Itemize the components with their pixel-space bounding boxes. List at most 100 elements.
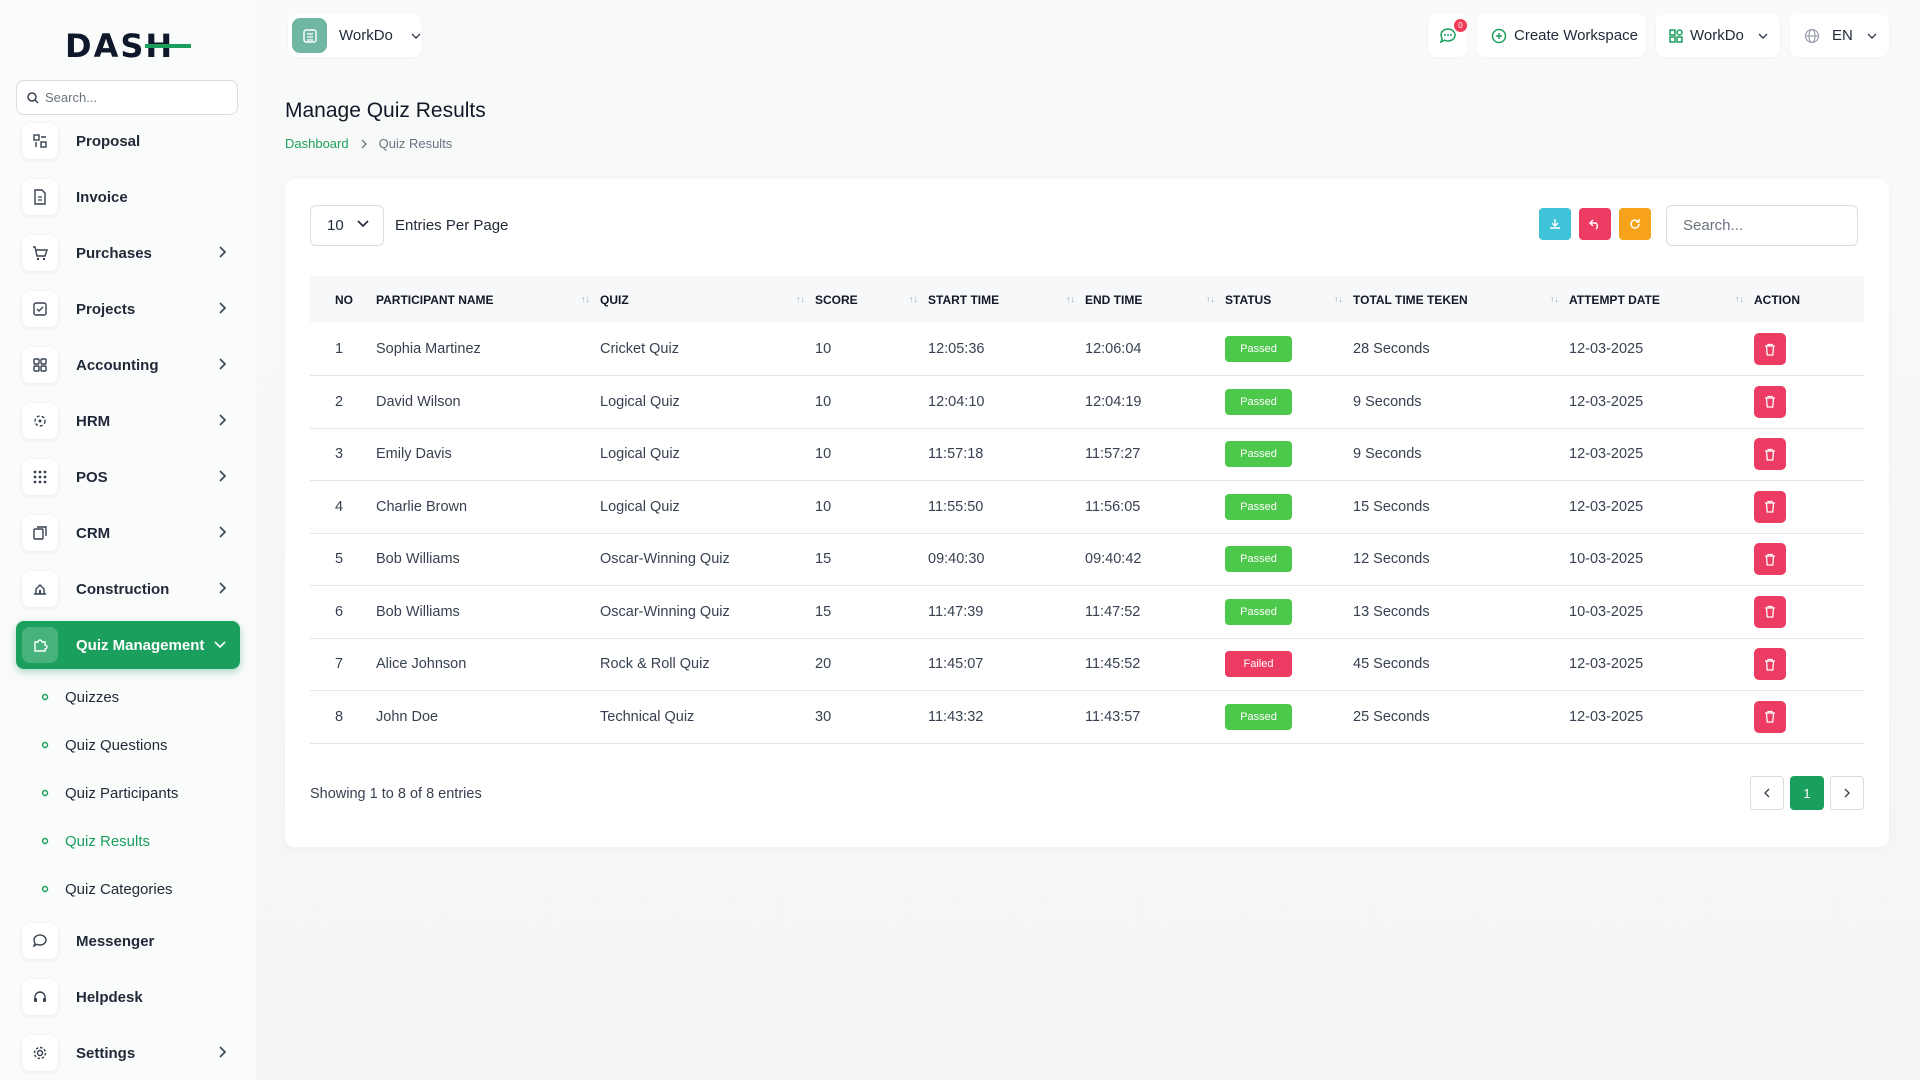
sidebar-item-quiz-management[interactable]: Quiz Management	[16, 621, 240, 669]
sidebar-item-pos[interactable]: POS	[16, 453, 240, 501]
sidebar-subitem-quiz-questions[interactable]: Quiz Questions	[16, 721, 240, 769]
sidebar-item-projects[interactable]: Projects	[16, 285, 240, 333]
refresh-button[interactable]	[1619, 208, 1651, 240]
trash-icon	[1765, 658, 1775, 671]
sidebar-item-settings[interactable]: Settings	[16, 1029, 240, 1077]
delete-button[interactable]	[1754, 490, 1786, 523]
chevron-right-icon	[1844, 788, 1850, 798]
status-badge: Passed	[1225, 388, 1292, 415]
score: 15	[815, 551, 832, 568]
sidebar-item-helpdesk[interactable]: Helpdesk	[16, 973, 240, 1021]
sidebar-item-accounting[interactable]: Accounting	[16, 341, 240, 389]
sidebar-item-purchases[interactable]: Purchases	[16, 229, 240, 277]
breadcrumb-dashboard-link[interactable]: Dashboard	[285, 136, 349, 151]
invoice-icon	[22, 179, 58, 215]
column-header[interactable]: Status ↑↓	[1225, 276, 1353, 323]
sidebar-item-proposal[interactable]: Proposal	[16, 117, 240, 165]
column-header[interactable]: No	[310, 276, 376, 323]
sidebar-item-label: Projects	[76, 300, 136, 318]
projects-icon	[22, 291, 58, 327]
dash-logo[interactable]: DASH	[65, 27, 191, 63]
sort-icon: ↑↓	[796, 294, 805, 304]
workspace-menu-button[interactable]: WorkDo	[1656, 14, 1780, 57]
bullet-icon	[41, 789, 49, 797]
start-time: 11:45:07	[928, 656, 984, 673]
score: 10	[815, 393, 832, 410]
attempt-date: 12-03-2025	[1569, 498, 1644, 515]
column-header[interactable]: Attempt Date ↑↓	[1569, 276, 1754, 323]
status-badge: Passed	[1225, 336, 1292, 362]
score: 30	[815, 708, 832, 725]
status-badge: Passed	[1225, 546, 1292, 573]
delete-button[interactable]	[1754, 543, 1786, 576]
sidebar-item-messenger[interactable]: Messenger	[16, 917, 240, 965]
delete-button[interactable]	[1754, 700, 1786, 733]
sidebar-item-construction[interactable]: Construction	[16, 565, 240, 613]
participant-name: Bob Williams	[376, 603, 460, 620]
row-number: 6	[335, 603, 344, 620]
trash-icon	[1765, 396, 1775, 408]
score: 10	[815, 341, 832, 357]
create-workspace-button[interactable]: Create Workspace	[1477, 14, 1646, 57]
sidebar-item-hrm[interactable]: HRM	[16, 397, 240, 445]
sidebar: DASH Search... Proposal Invoice Purchase…	[0, 0, 256, 1080]
language-selector[interactable]: EN	[1790, 14, 1889, 57]
per-page-select[interactable]: 10	[310, 205, 384, 246]
delete-button[interactable]	[1754, 648, 1786, 681]
score: 15	[815, 603, 832, 620]
column-header[interactable]: Participant Name ↑↓	[376, 276, 600, 323]
delete-button[interactable]	[1754, 438, 1786, 471]
results-card: 10 Entries Per Page Search... No Partici…	[285, 179, 1889, 847]
sidebar-item-label: Accounting	[76, 356, 159, 374]
sidebar-subitem-quiz-participants[interactable]: Quiz Participants	[16, 769, 240, 817]
delete-button[interactable]	[1754, 385, 1786, 418]
start-time: 12:04:10	[928, 393, 985, 410]
delete-button[interactable]	[1754, 333, 1786, 365]
start-time: 11:47:39	[928, 603, 984, 620]
headset-icon	[22, 979, 58, 1015]
total-time: 13 Seconds	[1353, 603, 1430, 620]
sidebar-subitem-label: Quiz Results	[65, 832, 151, 850]
chat-bubble-icon	[1439, 27, 1456, 44]
workspace-name: WorkDo	[339, 27, 393, 44]
crm-icon	[22, 515, 58, 551]
participant-name: John Doe	[376, 708, 439, 725]
row-number: 8	[335, 708, 344, 725]
workspace-switcher[interactable]: WorkDo	[288, 14, 421, 57]
create-workspace-label: Create Workspace	[1514, 27, 1638, 44]
proposal-icon	[22, 123, 58, 159]
delete-button[interactable]	[1754, 595, 1786, 628]
page-button[interactable]: 1	[1790, 776, 1824, 810]
sidebar-subitem-quiz-results[interactable]: Quiz Results	[16, 817, 240, 865]
column-header[interactable]: Quiz ↑↓	[600, 276, 815, 323]
sidebar-item-crm[interactable]: CRM	[16, 509, 240, 557]
sidebar-item-label: Helpdesk	[76, 988, 143, 1006]
sidebar-item-label: Quiz Management	[76, 636, 205, 654]
column-header[interactable]: Score ↑↓	[815, 276, 928, 323]
bullet-icon	[41, 837, 49, 845]
sidebar-subitem-quiz-categories[interactable]: Quiz Categories	[16, 865, 240, 913]
table-search-input[interactable]: Search...	[1666, 205, 1858, 246]
download-button[interactable]	[1539, 208, 1571, 240]
sidebar-search[interactable]: Search...	[16, 80, 238, 115]
sidebar-subitem-quizzes[interactable]: Quizzes	[16, 673, 240, 721]
next-page-button[interactable]	[1830, 776, 1864, 810]
total-time: 9 Seconds	[1353, 393, 1422, 410]
chevron-right-icon	[361, 139, 367, 148]
sidebar-item-invoice[interactable]: Invoice	[16, 173, 240, 221]
notifications-button[interactable]: 0	[1428, 14, 1467, 57]
page-title: Manage Quiz Results	[285, 99, 486, 122]
sidebar-item-label: Settings	[76, 1044, 136, 1062]
sidebar-item-label: CRM	[76, 524, 111, 542]
column-header[interactable]: Start Time ↑↓	[928, 276, 1085, 323]
entries-per-page: 10 Entries Per Page	[310, 205, 508, 246]
chevron-down-icon	[1758, 33, 1768, 39]
previous-page-button[interactable]	[1750, 776, 1784, 810]
attempt-date: 12-03-2025	[1569, 341, 1644, 357]
table-row: 7 Alice Johnson Rock & Roll Quiz 20 11:45:07…	[310, 638, 1864, 691]
column-header[interactable]: Total Time Teken ↑↓	[1353, 276, 1569, 323]
row-number: 7	[335, 656, 344, 673]
column-header[interactable]: End Time ↑↓	[1085, 276, 1225, 323]
reset-button[interactable]	[1579, 208, 1611, 240]
attempt-date: 12-03-2025	[1569, 656, 1644, 673]
